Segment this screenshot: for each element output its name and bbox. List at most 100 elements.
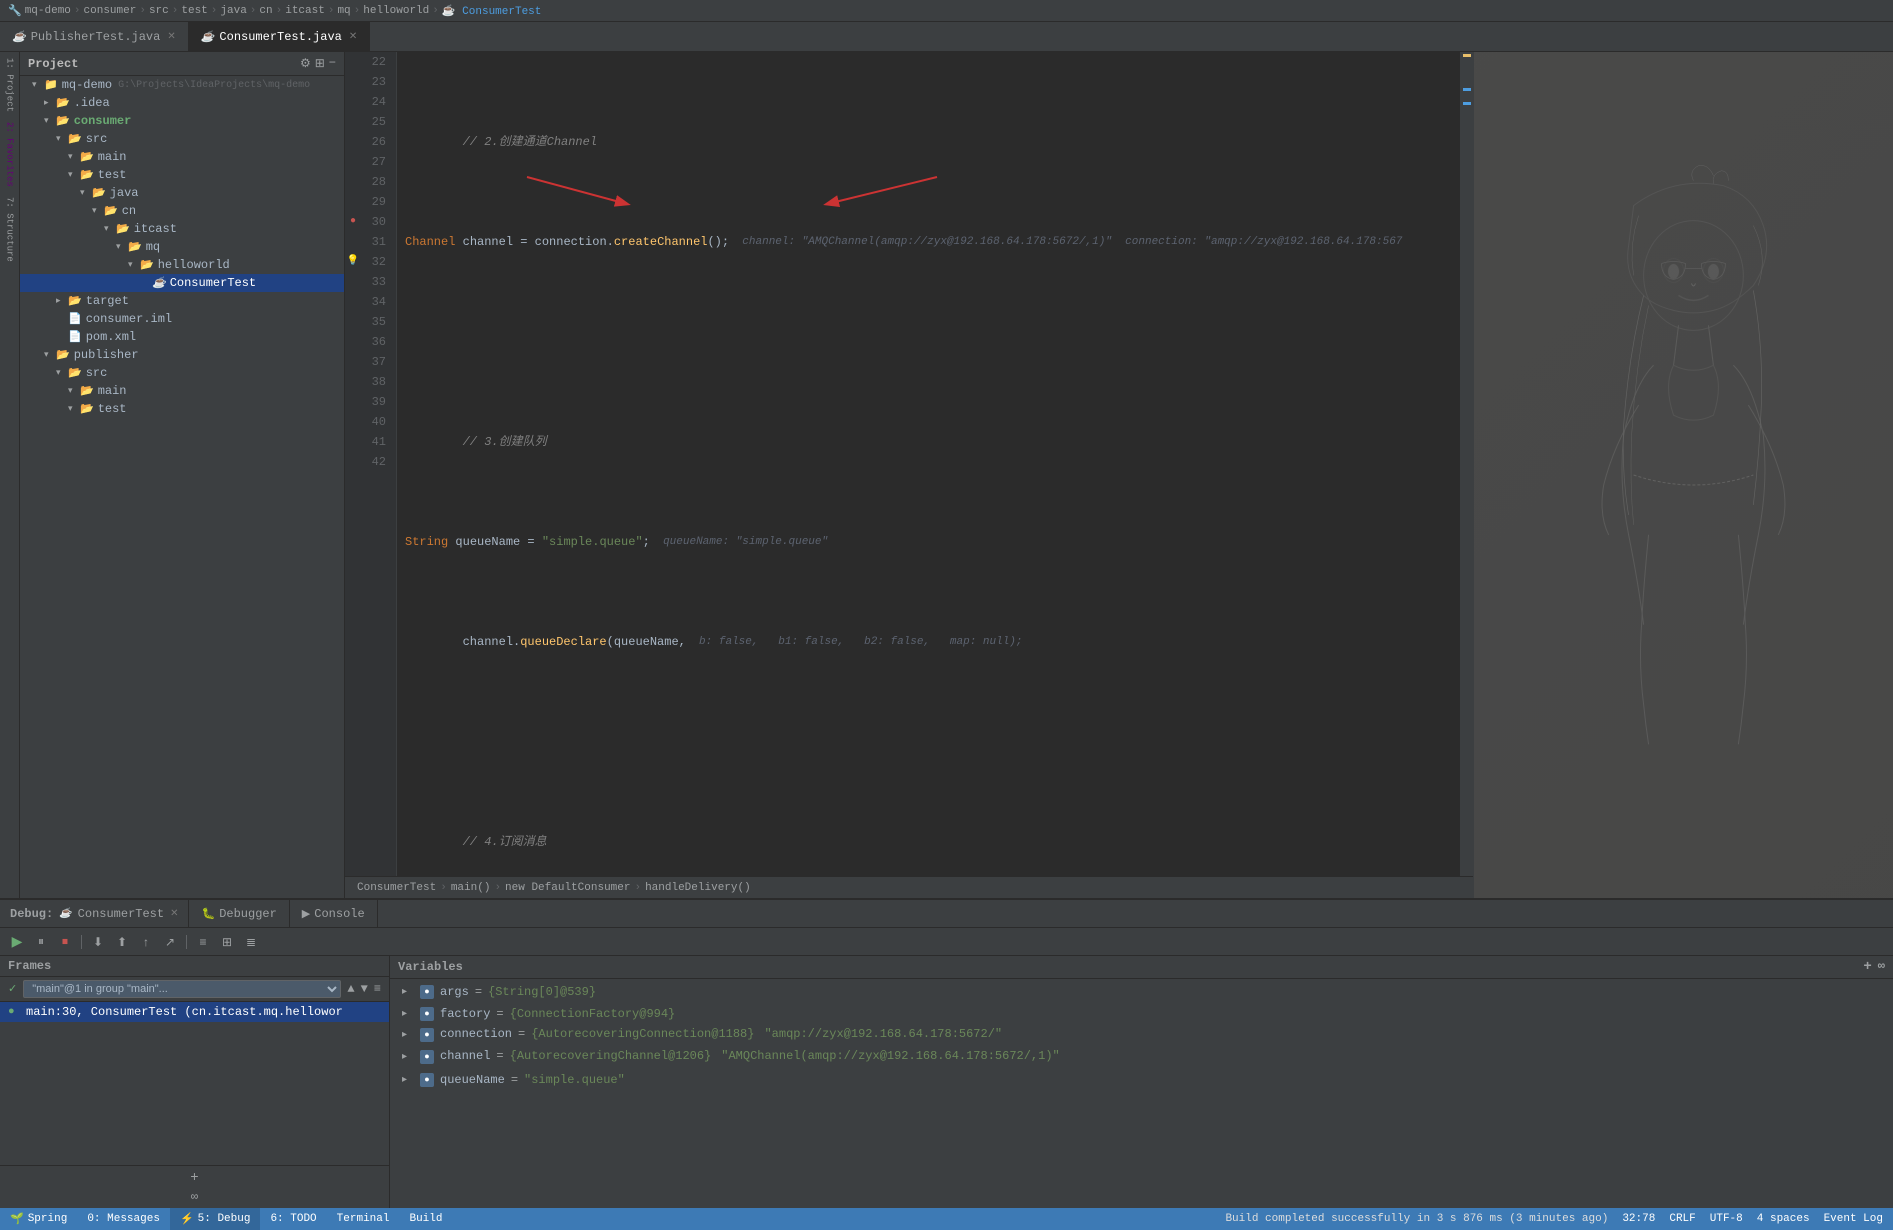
- tree-item-helloworld[interactable]: ▾ 📂 helloworld: [20, 256, 344, 274]
- debug-panels: Frames ✓ "main"@1 in group "main"... ▲ ▼…: [0, 956, 1893, 1208]
- tab-todo[interactable]: 6: TODO: [260, 1208, 326, 1230]
- arrow-target: ▸: [56, 296, 68, 306]
- var-eq-factory: =: [496, 1007, 503, 1021]
- tree-item-itcast[interactable]: ▾ 📂 itcast: [20, 220, 344, 238]
- left-icon-3[interactable]: 7: Structure: [5, 193, 15, 266]
- frame-item-0[interactable]: ● main:30, ConsumerTest (cn.itcast.mq.he…: [0, 1002, 389, 1022]
- var-item-factory[interactable]: ▸ ● factory = {ConnectionFactory@994}: [390, 1003, 1893, 1025]
- bottom-tabbar: 🌱 Spring 0: Messages ⚡ 5: Debug 6: TODO …: [0, 1208, 1893, 1230]
- tree-item-pub-test[interactable]: ▾ 📂 test: [20, 400, 344, 418]
- folder-icon-helloworld: 📂: [140, 258, 154, 272]
- cursor-position[interactable]: 32:78: [1622, 1213, 1655, 1225]
- event-log[interactable]: Event Log: [1824, 1213, 1883, 1225]
- debug-tab-console[interactable]: ▶ Console: [290, 900, 378, 927]
- tree-item-target[interactable]: ▸ 📂 target: [20, 292, 344, 310]
- breadcrumb-src[interactable]: src: [149, 5, 169, 17]
- gutter-icons-col: ● 💡 22 23 24 25 26 27 28 29 30: [345, 52, 390, 876]
- indent[interactable]: 4 spaces: [1757, 1213, 1810, 1225]
- arrow-pub-src: ▾: [56, 368, 68, 378]
- encoding[interactable]: UTF-8: [1710, 1213, 1743, 1225]
- add-watch-btn[interactable]: +: [190, 1170, 198, 1186]
- folder-icon-java: 📂: [92, 186, 106, 200]
- tab-build[interactable]: Build: [399, 1208, 452, 1230]
- variables-title: Variables: [398, 960, 463, 974]
- breadcrumb-java[interactable]: java: [220, 5, 246, 17]
- thread-filter-btn[interactable]: ≡: [374, 982, 381, 996]
- sidebar-gear-icon[interactable]: ⊞: [315, 56, 325, 71]
- tree-item-main[interactable]: ▾ 📂 main: [20, 148, 344, 166]
- tree-item-mq[interactable]: ▾ 📂 mq: [20, 238, 344, 256]
- spring-label: Spring: [28, 1213, 68, 1225]
- var-add-btn[interactable]: +: [1863, 959, 1871, 975]
- tree-item-publisher[interactable]: ▾ 📂 publisher: [20, 346, 344, 364]
- thread-up-btn[interactable]: ▲: [347, 982, 354, 996]
- settings-watch-btn[interactable]: ∞: [191, 1190, 198, 1204]
- bc-defaultconsumer[interactable]: new DefaultConsumer: [505, 882, 630, 894]
- code-content[interactable]: // 2.创建通道Channel Channel channel = conne…: [397, 52, 1459, 876]
- debug-tab-debugger[interactable]: 🐛 Debugger: [189, 900, 289, 927]
- tab-publisher[interactable]: ☕ PublisherTest.java ✕: [0, 22, 189, 51]
- thread-down-btn[interactable]: ▼: [361, 982, 368, 996]
- breadcrumb-cn[interactable]: cn: [259, 5, 272, 17]
- check-icon: ✓: [8, 982, 17, 996]
- tab-publisher-close[interactable]: ✕: [167, 31, 175, 43]
- bc-main[interactable]: main(): [451, 882, 491, 894]
- var-item-queuename[interactable]: ▸ ● queueName = "simple.queue": [390, 1069, 1893, 1091]
- tab-consumertest[interactable]: ☕ ConsumerTest.java ✕: [189, 22, 371, 51]
- bc-handledelivery[interactable]: handleDelivery(): [645, 882, 751, 894]
- tab-spring[interactable]: 🌱 Spring: [0, 1208, 77, 1230]
- breadcrumb-mq-demo[interactable]: mq-demo: [25, 5, 71, 17]
- tree-item-consumer[interactable]: ▾ 📂 consumer: [20, 112, 344, 130]
- breadcrumb-test[interactable]: test: [181, 5, 207, 17]
- sidebar-minimize-icon[interactable]: −: [329, 56, 336, 71]
- breadcrumb-consumertest[interactable]: ☕ ConsumerTest: [442, 4, 542, 18]
- tab-consumertest-label: ConsumerTest.java: [219, 30, 341, 44]
- code-line-28: [405, 732, 1451, 752]
- breadcrumb-helloworld[interactable]: helloworld: [363, 5, 429, 17]
- arrow-idea: ▸: [44, 98, 56, 108]
- tree-item-pub-main[interactable]: ▾ 📂 main: [20, 382, 344, 400]
- sidebar-settings-icon[interactable]: ⚙: [300, 56, 311, 71]
- var-arrow-channel: ▸: [402, 1051, 414, 1063]
- java-icon-consumertest: ☕: [152, 276, 166, 290]
- tree-item-idea[interactable]: ▸ 📂 .idea: [20, 94, 344, 112]
- messages-label: 0: Messages: [87, 1213, 160, 1225]
- tree-item-consumer-iml[interactable]: 📄 consumer.iml: [20, 310, 344, 328]
- var-settings-btn[interactable]: ∞: [1878, 959, 1885, 975]
- var-extra-channel: "AMQChannel(amqp://zyx@192.168.64.178:56…: [721, 1049, 1059, 1063]
- xml-icon: 📄: [68, 330, 82, 344]
- breadcrumb-itcast[interactable]: itcast: [285, 5, 325, 17]
- left-icon-1[interactable]: 1: Project: [5, 54, 15, 116]
- tree-item-pom[interactable]: 📄 pom.xml: [20, 328, 344, 346]
- line-ending[interactable]: CRLF: [1669, 1213, 1695, 1225]
- var-item-connection[interactable]: ▸ ● connection = {AutorecoveringConnecti…: [390, 1025, 1893, 1047]
- debugger-icon: 🐛: [201, 907, 215, 921]
- tree-item-consumertest[interactable]: ☕ ConsumerTest: [20, 274, 344, 292]
- thread-selector[interactable]: "main"@1 in group "main"...: [23, 980, 341, 998]
- tab-debug[interactable]: ⚡ 5: Debug: [170, 1208, 261, 1230]
- tree-item-java[interactable]: ▾ 📂 java: [20, 184, 344, 202]
- left-icon-2[interactable]: 2: Favorites: [5, 118, 15, 191]
- arrow-src: ▾: [56, 134, 68, 144]
- tab-consumertest-close[interactable]: ✕: [349, 31, 357, 43]
- bc-consumertest[interactable]: ConsumerTest: [357, 882, 436, 894]
- debug-title-section: Debug: ☕ ConsumerTest ✕: [0, 900, 189, 927]
- folder-icon-mqdemo: 📁: [44, 78, 58, 92]
- tab-terminal[interactable]: Terminal: [327, 1208, 400, 1230]
- tree-item-test[interactable]: ▾ 📂 test: [20, 166, 344, 184]
- tab-messages[interactable]: 0: Messages: [77, 1208, 170, 1230]
- debug-session-close[interactable]: ✕: [170, 908, 178, 920]
- label-publisher: publisher: [74, 348, 139, 362]
- tree-item-pub-src[interactable]: ▾ 📂 src: [20, 364, 344, 382]
- breadcrumb-consumer[interactable]: consumer: [84, 5, 137, 17]
- tree-item-cn[interactable]: ▾ 📂 cn: [20, 202, 344, 220]
- tree-item-mqdemo[interactable]: ▾ 📁 mq-demo G:\Projects\IdeaProjects\mq-…: [20, 76, 344, 94]
- var-item-args[interactable]: ▸ ● args = {String[0]@539}: [390, 981, 1893, 1003]
- var-item-channel[interactable]: ▸ ● channel = {AutorecoveringChannel@120…: [390, 1047, 1893, 1069]
- arrow-test: ▾: [68, 170, 80, 180]
- breadcrumb-mq[interactable]: mq: [337, 5, 350, 17]
- var-icon-queuename: ●: [420, 1073, 434, 1087]
- label-consumer-iml: consumer.iml: [86, 312, 172, 326]
- folder-icon-test: 📂: [80, 168, 94, 182]
- tree-item-src[interactable]: ▾ 📂 src: [20, 130, 344, 148]
